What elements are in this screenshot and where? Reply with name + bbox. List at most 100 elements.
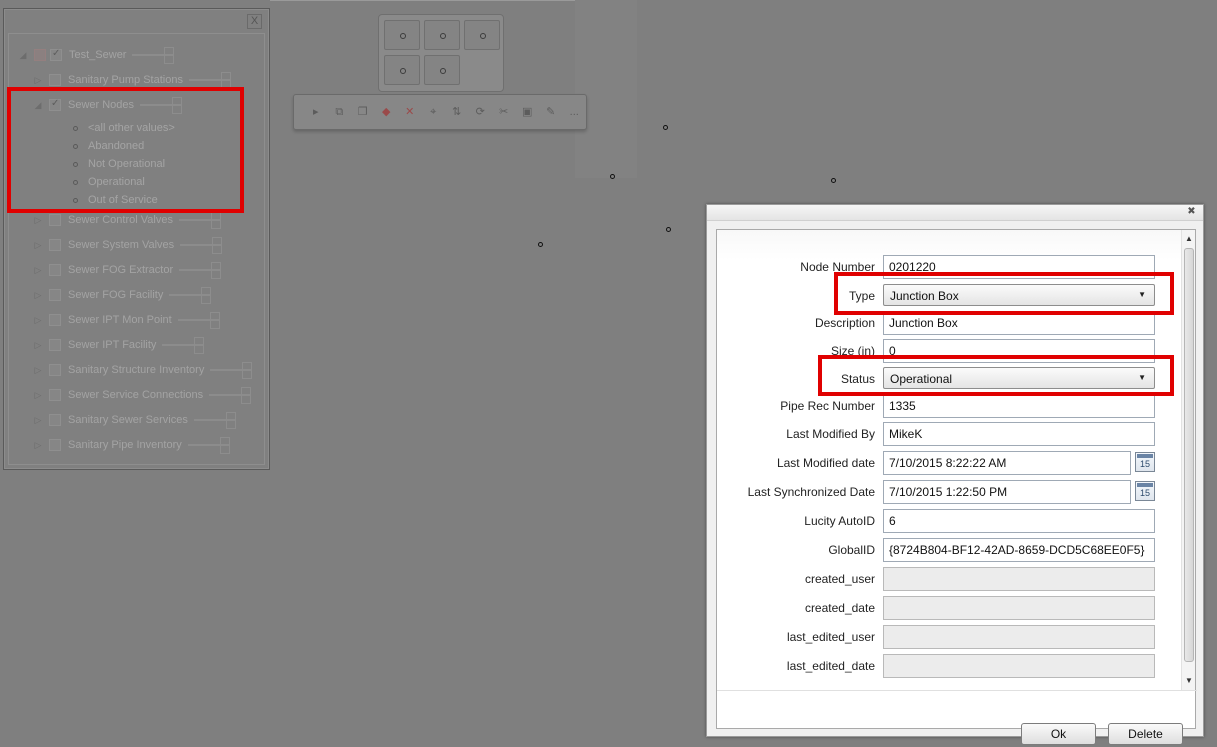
pipe-rec-number-input[interactable]: 1335 [883,394,1155,418]
layer-row[interactable]: ▷ Sanitary Structure Inventory [33,362,253,379]
eraser-icon[interactable]: ◆ [375,102,399,122]
layer-row[interactable]: ▷ Sanitary Sewer Services [33,412,236,429]
expand-arrow-icon[interactable]: ▷ [33,290,43,301]
more-options-button[interactable]: ... [563,102,587,122]
visibility-checkbox[interactable] [49,364,61,376]
visibility-checkbox[interactable] [49,414,61,426]
last-synchronized-date-input[interactable]: 7/10/2015 1:22:50 PM [883,480,1131,504]
expand-arrow-icon[interactable]: ▷ [33,315,43,326]
map-point[interactable] [666,227,671,232]
layer-row[interactable]: ▷ Sewer IPT Facility [33,337,205,354]
reshape-icon[interactable]: ⇅ [445,102,469,122]
expand-arrow-icon[interactable]: ▷ [33,415,43,426]
layer-root-row[interactable]: ◢ Test_Sewer [18,47,175,64]
visibility-checkbox[interactable] [49,439,61,451]
ok-button[interactable]: Ok [1021,723,1096,745]
opacity-slider[interactable] [177,312,220,329]
layer-row[interactable]: ▷ Sanitary Pump Stations [33,72,231,89]
last-edited-user-input [883,625,1155,649]
visibility-checkbox[interactable] [49,289,61,301]
collapse-arrow-icon[interactable]: ◢ [18,50,28,61]
globalid-input[interactable]: {8724B804-BF12-42AD-8659-DCD5C68EE0F5} [883,538,1155,562]
layer-row[interactable]: ▷ Sewer System Valves [33,237,223,254]
close-icon[interactable]: X [247,14,262,29]
field-label: last_edited_user [786,630,875,644]
last-modified-by-input[interactable]: MikeK [883,422,1155,446]
visibility-checkbox[interactable] [34,49,46,61]
last-edited-date-input [883,654,1155,678]
visibility-checkbox[interactable] [49,264,61,276]
expand-arrow-icon[interactable]: ▷ [33,440,43,451]
visibility-checkbox[interactable] [50,48,62,61]
delete-button[interactable]: Delete [1108,723,1183,745]
layer-row[interactable]: ▷ Sewer Control Valves [33,212,221,229]
vertical-scrollbar[interactable]: ▲ ▼ [1181,230,1195,690]
basemap-thumbnail[interactable] [424,20,460,50]
layer-row[interactable]: ▷ Sewer FOG Facility [33,287,212,304]
layer-row[interactable]: ▷ Sewer FOG Extractor [33,262,222,279]
scroll-up-icon[interactable]: ▲ [1182,232,1196,246]
map-top-edge [270,0,575,1]
opacity-slider[interactable] [193,412,236,429]
opacity-slider[interactable] [188,72,231,89]
layer-label: Sewer FOG Facility [68,289,164,301]
layer-row[interactable]: ▷ Sanitary Pipe Inventory [33,437,230,454]
edit-vertices-icon[interactable]: ⌖ [422,102,446,122]
layer-row[interactable]: ▷ Sewer Service Connections [33,387,252,404]
opacity-slider[interactable] [169,287,212,304]
expand-arrow-icon[interactable]: ▷ [33,340,43,351]
opacity-slider[interactable] [132,47,175,64]
visibility-checkbox[interactable] [49,239,61,251]
field-lucity-autoid: Lucity AutoID 6 [717,509,1182,533]
field-globalid: GlobalID {8724B804-BF12-42AD-8659-DCD5C6… [717,538,1182,562]
edit-attributes-icon[interactable]: ✎ [539,102,563,122]
visibility-checkbox[interactable] [49,214,61,226]
map-point[interactable] [663,125,668,130]
opacity-slider[interactable] [179,262,222,279]
layer-row[interactable]: ▷ Sewer IPT Mon Point [33,312,220,329]
opacity-slider[interactable] [178,212,221,229]
field-last-modified-by: Last Modified By MikeK [717,422,1182,446]
opacity-slider[interactable] [180,237,223,254]
expand-arrow-icon[interactable]: ▷ [33,75,43,86]
close-icon[interactable]: ✖ [1186,207,1197,218]
scroll-thumb[interactable] [1184,248,1194,662]
calendar-icon[interactable]: 15 [1135,481,1155,501]
field-label: Lucity AutoID [804,514,875,528]
scroll-down-icon[interactable]: ▼ [1182,674,1196,688]
visibility-checkbox[interactable] [49,74,61,86]
new-feature-icon[interactable]: ⧉ [328,102,352,122]
opacity-slider[interactable] [209,387,252,404]
visibility-checkbox[interactable] [49,314,61,326]
lucity-autoid-input[interactable]: 6 [883,509,1155,533]
basemap-thumbnail[interactable] [384,55,420,85]
map-point[interactable] [538,242,543,247]
visibility-checkbox[interactable] [49,339,61,351]
delete-icon[interactable]: ✕ [398,102,422,122]
opacity-slider[interactable] [162,337,205,354]
expand-arrow-icon[interactable]: ▷ [33,215,43,226]
calendar-icon[interactable]: 15 [1135,452,1155,472]
rotate-icon[interactable]: ⟳ [469,102,493,122]
basemap-thumbnail[interactable] [464,20,500,50]
basemap-thumbnail[interactable] [384,20,420,50]
expand-arrow-icon[interactable]: ▷ [33,265,43,276]
expand-arrow-icon[interactable]: ▷ [33,240,43,251]
cut-icon[interactable]: ✂ [492,102,516,122]
expand-arrow-icon[interactable]: ▷ [33,365,43,376]
last-modified-date-input[interactable]: 7/10/2015 8:22:22 AM [883,451,1131,475]
select-arrow-icon[interactable]: ▸ [304,102,328,122]
copy-feature-icon[interactable]: ❐ [351,102,375,122]
map-point[interactable] [831,178,836,183]
map-point[interactable] [610,174,615,179]
layer-label: Sewer System Valves [68,239,175,251]
basemap-switcher [378,14,504,92]
footer-divider [717,690,1197,691]
opacity-slider[interactable] [187,437,230,454]
opacity-slider[interactable] [210,362,253,379]
expand-arrow-icon[interactable]: ▷ [33,390,43,401]
dialog-titlebar[interactable]: ✖ [707,205,1203,221]
visibility-checkbox[interactable] [49,389,61,401]
save-icon[interactable]: ▣ [516,102,540,122]
basemap-thumbnail[interactable] [424,55,460,85]
